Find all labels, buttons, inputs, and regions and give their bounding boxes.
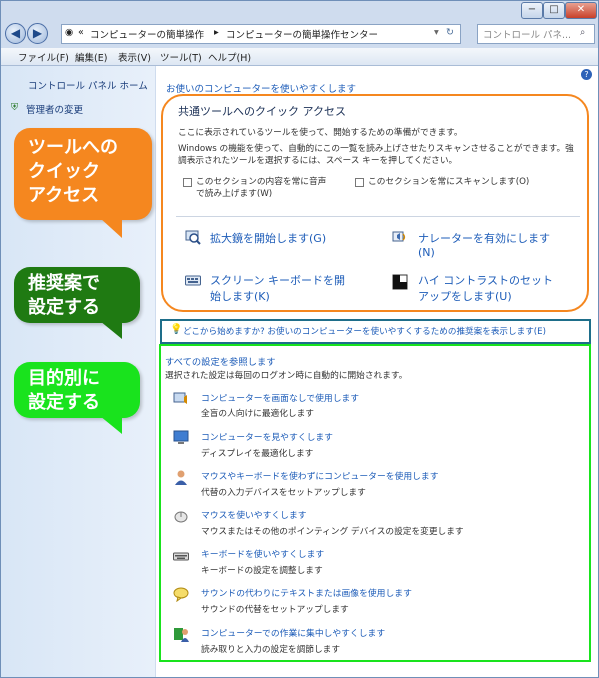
search-box[interactable]: コントロール パネ... ⌕ bbox=[477, 24, 595, 44]
callout-all-settings-tail bbox=[100, 416, 122, 434]
callout-quick-access-line1: ツールへの bbox=[28, 137, 118, 158]
forward-button[interactable]: ▶ bbox=[27, 23, 48, 44]
search-input[interactable]: コントロール パネ... bbox=[483, 27, 571, 41]
breadcrumb-item-current[interactable]: コンピューターの簡単操作センター bbox=[226, 27, 378, 41]
callout-recommendation: 推奨案で 設定する bbox=[14, 267, 140, 323]
intro-link[interactable]: お使いのコンピューターを使いやすくします bbox=[166, 81, 356, 95]
menu-tools[interactable]: ツール(T) bbox=[160, 50, 202, 64]
close-button[interactable]: ✕ bbox=[565, 2, 597, 19]
callout-all-settings-line1: 目的別に bbox=[28, 368, 100, 389]
callout-quick-access-line2: クイック bbox=[28, 161, 100, 182]
menu-help[interactable]: ヘルプ(H) bbox=[208, 50, 251, 64]
breadcrumb-separator-icon[interactable]: ▸ bbox=[214, 27, 219, 38]
callout-all-settings-line2: 設定する bbox=[28, 392, 100, 413]
menu-edit[interactable]: 編集(E) bbox=[75, 50, 107, 64]
sidebar-link-home[interactable]: コントロール パネル ホーム bbox=[28, 78, 148, 92]
callout-quick-access-tail bbox=[100, 218, 122, 238]
menu-view[interactable]: 表示(V) bbox=[118, 50, 151, 64]
shield-icon: ⛨ bbox=[11, 102, 19, 113]
help-icon[interactable]: ? bbox=[581, 69, 592, 80]
menu-bar: ファイル(F) 編集(E) 表示(V) ツール(T) ヘルプ(H) bbox=[1, 48, 598, 66]
maximize-button[interactable]: □ bbox=[543, 2, 565, 19]
back-button[interactable]: ◀ bbox=[5, 23, 26, 44]
search-icon[interactable]: ⌕ bbox=[580, 27, 585, 38]
all-settings-highlight bbox=[159, 344, 591, 662]
menu-file[interactable]: ファイル(F) bbox=[18, 50, 69, 64]
control-panel-icon: ◉ bbox=[65, 27, 74, 38]
dropdown-arrow-icon[interactable]: ▾ bbox=[434, 27, 439, 38]
callout-quick-access: ツールへの クイック アクセス bbox=[14, 128, 152, 220]
address-row: ◀ ▶ ◉ « コンピューターの簡単操作 ▸ コンピューターの簡単操作センター … bbox=[1, 21, 598, 47]
minimize-button[interactable]: − bbox=[521, 2, 543, 19]
callout-recommendation-tail bbox=[100, 321, 122, 339]
title-bar: − □ ✕ bbox=[1, 1, 598, 19]
forward-arrow-icon: ▶ bbox=[32, 26, 43, 40]
callout-recommendation-line1: 推奨案で bbox=[28, 273, 100, 294]
address-bar[interactable]: ◉ « コンピューターの簡単操作 ▸ コンピューターの簡単操作センター ▾ ↻ bbox=[61, 24, 461, 44]
recommendation-highlight bbox=[160, 319, 591, 344]
sidebar-link-admin[interactable]: 管理者の変更 bbox=[26, 102, 83, 116]
callout-quick-access-line3: アクセス bbox=[28, 185, 100, 206]
back-arrow-icon: ◀ bbox=[10, 26, 21, 40]
refresh-icon[interactable]: ↻ bbox=[446, 27, 454, 38]
callout-all-settings: 目的別に 設定する bbox=[14, 362, 140, 418]
breadcrumb-overflow[interactable]: « bbox=[78, 27, 84, 38]
quick-access-highlight bbox=[161, 94, 589, 312]
breadcrumb-item[interactable]: コンピューターの簡単操作 bbox=[90, 27, 204, 41]
callout-recommendation-line2: 設定する bbox=[28, 297, 100, 318]
